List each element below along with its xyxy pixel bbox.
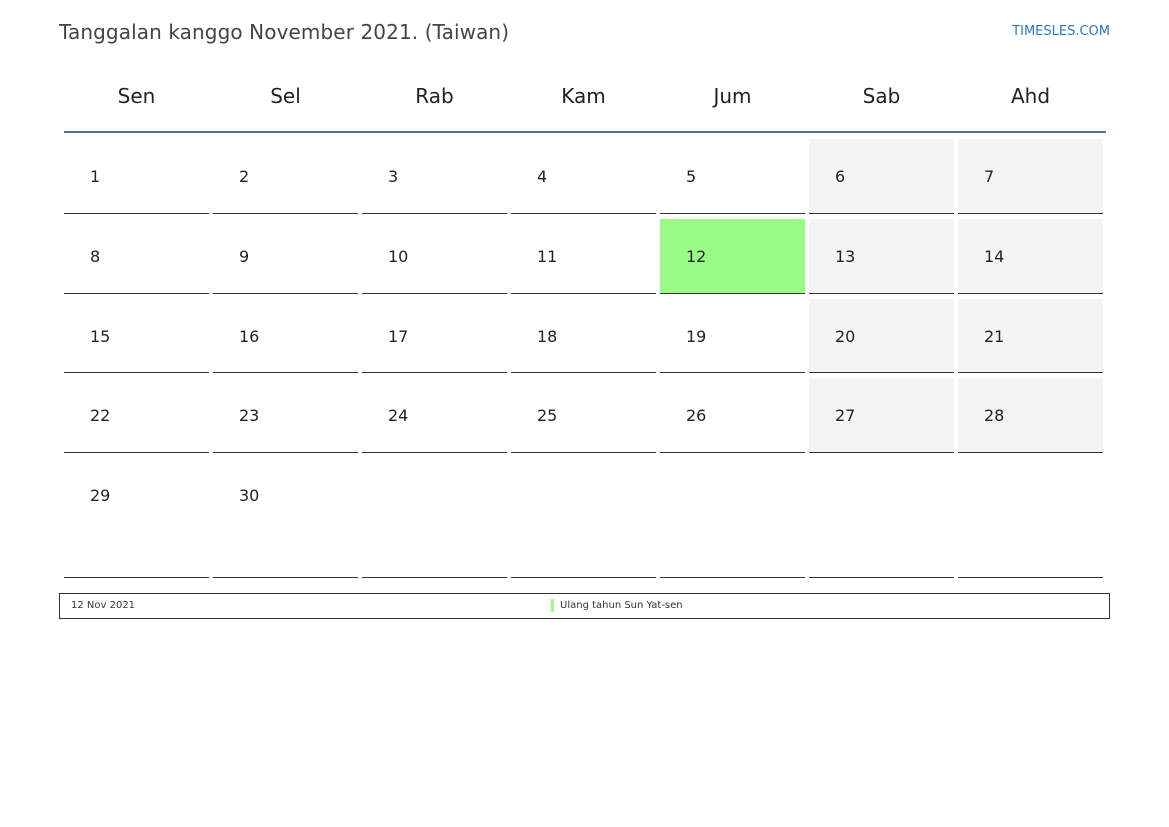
day-number: 3	[388, 167, 399, 186]
day-number: 27	[835, 406, 856, 425]
day-cell[interactable]: 8	[64, 219, 209, 294]
day-cell[interactable]: 18	[511, 299, 656, 373]
day-cell[interactable]: 3	[362, 139, 507, 214]
day-number: 19	[686, 327, 707, 346]
weekday-thu: Kam	[561, 84, 606, 108]
weekday-header-row: Sen Sel Rab Kam Jum Sab Ahd	[64, 84, 1106, 114]
day-cell[interactable]: 1	[64, 139, 209, 214]
weekday-sat: Sab	[862, 84, 901, 108]
day-number: 9	[239, 247, 250, 266]
day-cell[interactable]: 4	[511, 139, 656, 214]
page-title: Tanggalan kanggo November 2021. (Taiwan)	[59, 20, 510, 44]
day-cell-weekend[interactable]: 7	[958, 139, 1103, 214]
empty-day-cell	[660, 458, 805, 578]
day-cell-weekend[interactable]: 27	[809, 378, 954, 453]
day-number: 24	[388, 406, 409, 425]
day-cell-weekend[interactable]: 21	[958, 299, 1103, 373]
weekday-wed: Rab	[415, 84, 454, 108]
legend-holiday-name: Ulang tahun Sun Yat-sen	[560, 600, 683, 611]
weekday-tue: Sel	[270, 84, 301, 108]
weekday-sun: Ahd	[1010, 84, 1051, 108]
day-number: 25	[537, 406, 558, 425]
day-cell[interactable]: 25	[511, 378, 656, 453]
legend-color-marker	[551, 599, 554, 612]
day-cell-holiday[interactable]: 12	[660, 219, 805, 294]
day-cell[interactable]: 11	[511, 219, 656, 294]
empty-day-cell	[809, 458, 954, 578]
day-number: 23	[239, 406, 260, 425]
day-number: 22	[90, 406, 111, 425]
header-divider	[64, 131, 1106, 133]
day-cell[interactable]: 9	[213, 219, 358, 294]
day-number: 16	[239, 327, 260, 346]
empty-day-cell	[362, 458, 507, 578]
day-cell-weekend[interactable]: 20	[809, 299, 954, 373]
day-cell-weekend[interactable]: 28	[958, 378, 1103, 453]
day-number: 11	[537, 247, 558, 266]
day-cell[interactable]: 16	[213, 299, 358, 373]
empty-day-cell	[958, 458, 1103, 578]
weekday-mon: Sen	[117, 84, 156, 108]
day-number: 1	[90, 167, 101, 186]
day-number: 29	[90, 486, 111, 505]
day-cell[interactable]: 5	[660, 139, 805, 214]
day-number: 6	[835, 167, 846, 186]
day-cell[interactable]: 23	[213, 378, 358, 453]
day-number: 14	[984, 247, 1005, 266]
day-number: 4	[537, 167, 548, 186]
day-number: 5	[686, 167, 697, 186]
empty-day-cell	[511, 458, 656, 578]
day-number: 21	[984, 327, 1005, 346]
day-number: 12	[686, 247, 707, 266]
legend-date: 12 Nov 2021	[71, 600, 136, 611]
day-number: 17	[388, 327, 409, 346]
day-cell-weekend[interactable]: 13	[809, 219, 954, 294]
day-cell-weekend[interactable]: 6	[809, 139, 954, 214]
day-number: 15	[90, 327, 111, 346]
day-number: 30	[239, 486, 260, 505]
day-cell[interactable]: 2	[213, 139, 358, 214]
holiday-legend: 12 Nov 2021 Ulang tahun Sun Yat-sen	[59, 593, 1110, 619]
day-cell[interactable]: 30	[213, 458, 358, 578]
day-number: 26	[686, 406, 707, 425]
day-number: 8	[90, 247, 101, 266]
day-number: 2	[239, 167, 250, 186]
day-cell[interactable]: 22	[64, 378, 209, 453]
day-number: 20	[835, 327, 856, 346]
weekday-fri: Jum	[713, 84, 752, 108]
day-number: 10	[388, 247, 409, 266]
day-number: 13	[835, 247, 856, 266]
day-cell[interactable]: 17	[362, 299, 507, 373]
site-link[interactable]: TIMESLES.COM	[1012, 24, 1110, 39]
day-cell[interactable]: 24	[362, 378, 507, 453]
day-cell[interactable]: 19	[660, 299, 805, 373]
day-number: 28	[984, 406, 1005, 425]
day-cell-weekend[interactable]: 14	[958, 219, 1103, 294]
day-number: 7	[984, 167, 995, 186]
day-cell[interactable]: 29	[64, 458, 209, 578]
day-cell[interactable]: 15	[64, 299, 209, 373]
day-number: 18	[537, 327, 558, 346]
day-cell[interactable]: 26	[660, 378, 805, 453]
day-cell[interactable]: 10	[362, 219, 507, 294]
